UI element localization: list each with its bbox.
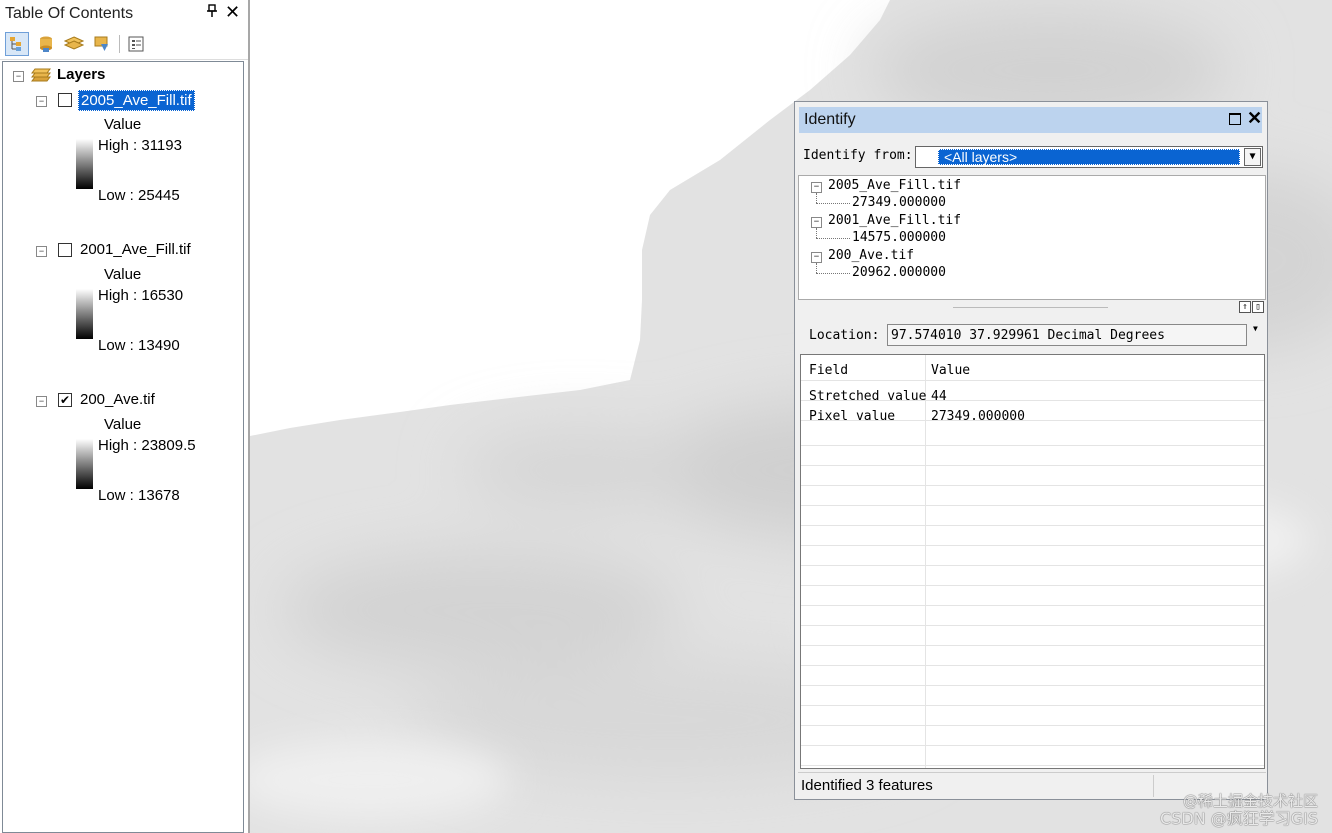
- watermark-line-2: CSDN @疯狂学习GIS: [1160, 809, 1318, 828]
- empty-row: [801, 566, 1264, 586]
- result-layer-name[interactable]: 2005_Ave_Fill.tif: [828, 178, 961, 193]
- empty-row: [801, 626, 1264, 646]
- empty-row: [801, 706, 1264, 726]
- empty-row: [801, 506, 1264, 526]
- identify-window: Identify ✕ Identify from: <All layers> ▼…: [794, 101, 1268, 800]
- layers-tree: − Layers − 2005_Ave_Fill.tif Value High …: [2, 61, 244, 833]
- tree-connector: [816, 263, 817, 273]
- location-field[interactable]: 97.574010 37.929961 Decimal Degrees: [887, 324, 1247, 346]
- layers-root-label[interactable]: Layers: [57, 66, 105, 83]
- location-units-dropdown-icon[interactable]: ▼: [1253, 324, 1258, 333]
- result-value[interactable]: 14575.000000: [852, 230, 946, 245]
- empty-row: [801, 686, 1264, 706]
- value-column-header[interactable]: Value: [931, 363, 970, 378]
- stretch-color-ramp: [76, 139, 93, 189]
- collapse-layer-icon[interactable]: −: [36, 246, 47, 257]
- field-column-header[interactable]: Field: [809, 363, 848, 378]
- legend-field-label: Value: [104, 116, 142, 133]
- layer-visibility-checkbox[interactable]: [58, 93, 72, 107]
- layer-name[interactable]: 200_Ave.tif: [80, 391, 155, 408]
- table-row[interactable]: Stretched value 44: [801, 381, 1264, 404]
- list-by-drawing-order-icon[interactable]: [5, 32, 29, 56]
- legend-field-label: Value: [104, 416, 142, 433]
- field-cell: Pixel value: [809, 409, 896, 424]
- list-by-source-icon[interactable]: [34, 32, 58, 56]
- identify-from-label: Identify from:: [803, 148, 913, 163]
- empty-row: [801, 426, 1264, 446]
- collapse-layers-icon[interactable]: −: [13, 71, 24, 82]
- legend-high-label: High : 31193: [98, 137, 182, 154]
- empty-row: [801, 606, 1264, 626]
- splitter-grip: [953, 307, 1108, 308]
- grid-header-row: Field Value: [801, 355, 1264, 381]
- layer-name[interactable]: 2001_Ave_Fill.tif: [80, 241, 191, 258]
- tree-connector: [816, 203, 850, 204]
- tree-connector: [816, 228, 817, 238]
- empty-row: [801, 466, 1264, 486]
- layer-visibility-checkbox[interactable]: [58, 243, 72, 257]
- empty-row: [801, 666, 1264, 686]
- close-icon[interactable]: ✕: [1247, 108, 1262, 129]
- identify-results-tree: − 2005_Ave_Fill.tif 27349.000000 − 2001_…: [798, 175, 1266, 300]
- tree-connector: [816, 193, 817, 203]
- collapse-layer-icon[interactable]: −: [36, 396, 47, 407]
- collapse-icon[interactable]: −: [811, 252, 822, 263]
- collapse-icon[interactable]: −: [811, 182, 822, 193]
- tree-connector: [816, 273, 850, 274]
- location-label: Location:: [809, 328, 880, 343]
- toc-toolbar: [0, 29, 248, 60]
- chevron-down-icon[interactable]: ▼: [1244, 148, 1261, 166]
- layer-name[interactable]: 2005_Ave_Fill.tif: [78, 90, 195, 111]
- options-icon[interactable]: [124, 32, 148, 56]
- value-cell: 27349.000000: [931, 409, 1025, 424]
- status-separator: [1153, 775, 1154, 797]
- legend-high-label: High : 23809.5: [98, 437, 196, 454]
- list-by-visibility-icon[interactable]: [62, 32, 86, 56]
- list-by-selection-icon[interactable]: [90, 32, 114, 56]
- empty-row: [801, 746, 1264, 766]
- stretch-color-ramp: [76, 289, 93, 339]
- empty-row: [801, 486, 1264, 506]
- identify-title-bar[interactable]: Identify ✕: [799, 107, 1262, 133]
- empty-row: [801, 646, 1264, 666]
- status-text: Identified 3 features: [801, 777, 933, 794]
- empty-row: [801, 726, 1264, 746]
- legend-field-label: Value: [104, 266, 142, 283]
- legend-high-label: High : 16530: [98, 287, 184, 304]
- empty-row: [801, 546, 1264, 566]
- result-layer-name[interactable]: 200_Ave.tif: [828, 248, 914, 263]
- empty-row: [801, 586, 1264, 606]
- legend-low-label: Low : 25445: [98, 187, 180, 204]
- result-layer-name[interactable]: 2001_Ave_Fill.tif: [828, 213, 961, 228]
- identify-title: Identify: [804, 111, 856, 128]
- identify-from-value: <All layers>: [938, 149, 1240, 165]
- empty-row: [801, 526, 1264, 546]
- result-value[interactable]: 20962.000000: [852, 265, 946, 280]
- legend-low-label: Low : 13678: [98, 487, 180, 504]
- layers-group-icon: [31, 67, 51, 86]
- toolbar-separator: [119, 35, 120, 53]
- collapse-up-icon[interactable]: ⇑: [1239, 301, 1251, 313]
- empty-row: [801, 446, 1264, 466]
- result-value[interactable]: 27349.000000: [852, 195, 946, 210]
- toc-title: Table Of Contents: [5, 5, 134, 22]
- identify-from-dropdown[interactable]: <All layers> ▼: [915, 146, 1263, 168]
- location-value: 97.574010 37.929961 Decimal Degrees: [891, 328, 1165, 343]
- close-icon[interactable]: ✕: [225, 2, 240, 23]
- layer-visibility-checkbox[interactable]: ✔: [58, 393, 72, 407]
- legend-low-label: Low : 13490: [98, 337, 180, 354]
- table-of-contents-panel: Table Of Contents ✕ − Layers − 2005_Ave_…: [0, 0, 248, 833]
- collapse-layer-icon[interactable]: −: [36, 96, 47, 107]
- collapse-icon[interactable]: −: [811, 217, 822, 228]
- tree-connector: [816, 238, 850, 239]
- pin-icon[interactable]: [207, 4, 217, 21]
- stretch-color-ramp: [76, 439, 93, 489]
- toc-title-bar[interactable]: Table Of Contents ✕: [0, 0, 248, 28]
- maximize-icon[interactable]: [1229, 113, 1241, 125]
- attributes-grid: Field Value Stretched value 44 Pixel val…: [800, 354, 1265, 769]
- pane-splitter[interactable]: ⇑ ▯: [798, 300, 1266, 316]
- table-row[interactable]: Pixel value 27349.000000: [801, 401, 1264, 424]
- split-view-icon[interactable]: ▯: [1252, 301, 1264, 313]
